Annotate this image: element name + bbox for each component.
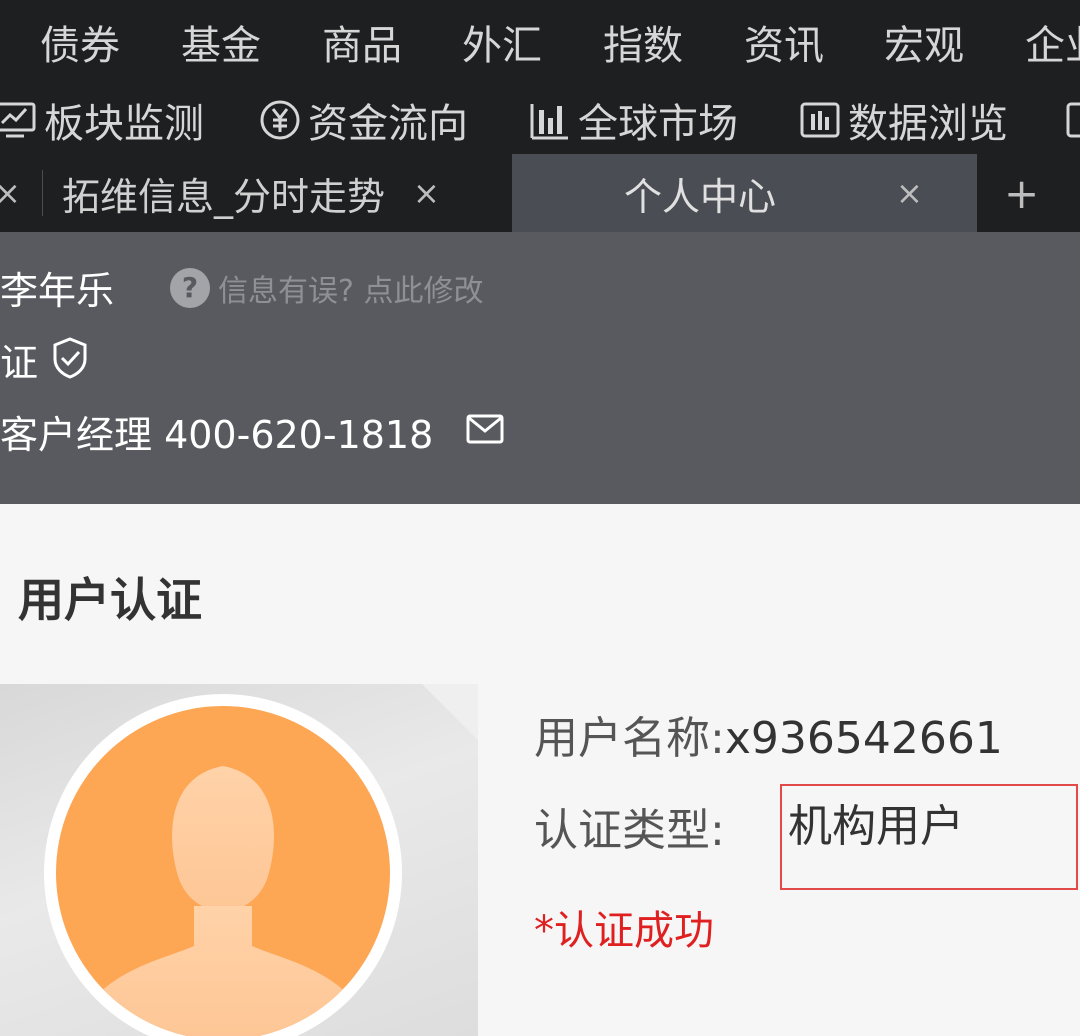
- toolbar-label: 板块监测: [44, 101, 204, 147]
- mail-icon[interactable]: [465, 413, 505, 451]
- tab-label: 个人中心: [624, 174, 777, 219]
- auth-type-label: 认证类型:: [534, 805, 725, 856]
- toolbar-next-icon: [1064, 98, 1080, 142]
- section-title: 用户认证: [18, 573, 202, 627]
- tab-previous-close[interactable]: ×: [0, 154, 24, 232]
- avatar: [44, 694, 402, 1036]
- profile-header: 李年乐 ? 信息有误? 点此修改 证 客户经理 400-620-1818: [0, 232, 1080, 504]
- username-label: 用户名称:: [534, 713, 725, 764]
- help-icon[interactable]: ?: [170, 267, 211, 308]
- toolbar-label: 全球市场: [578, 101, 738, 147]
- tab-bar: × 拓维信息_分时走势 × 个人中心 × +: [0, 154, 1080, 232]
- tab-personal-center[interactable]: 个人中心 ×: [512, 154, 977, 232]
- person-silhouette-icon: [96, 766, 350, 1036]
- auth-type-value: 机构用户: [788, 801, 964, 852]
- certified-label: 证: [0, 341, 39, 385]
- account-manager-phone: 客户经理 400-620-1818: [0, 413, 434, 457]
- function-toolbar: 板块监测 资金流向 全球市场 数据浏览: [0, 84, 1080, 154]
- user-auth-section: 用户认证 用户名称:x936542661 认证类型: 机构用户 *认证成功: [0, 504, 1080, 1036]
- tab-label: 拓维信息_分时走势: [62, 174, 386, 219]
- menu-item-bonds[interactable]: 债券: [40, 18, 120, 74]
- toolbar-item-sector-monitor[interactable]: 板块监测: [0, 92, 204, 148]
- monitor-icon: [0, 101, 38, 139]
- profile-name-row: 李年乐 ? 信息有误? 点此修改: [0, 260, 483, 315]
- menu-item-news[interactable]: 资讯: [744, 18, 824, 74]
- toolbar-label: 资金流向: [308, 101, 468, 147]
- auth-type-row: 认证类型:: [534, 794, 725, 858]
- toolbar-item-global-market[interactable]: 全球市场: [528, 92, 738, 148]
- menu-item-enterprise[interactable]: 企业: [1025, 18, 1080, 74]
- username-value: x936542661: [724, 713, 1003, 764]
- toolbar-label: 数据浏览: [848, 101, 1008, 147]
- edit-info-link[interactable]: 信息有误? 点此修改: [218, 266, 483, 310]
- close-icon[interactable]: ×: [896, 174, 923, 212]
- bar-chart-icon: [528, 98, 572, 142]
- toolbar-item-next[interactable]: [1064, 92, 1080, 148]
- toolbar-item-data-browse[interactable]: 数据浏览: [798, 92, 1008, 148]
- menu-item-macro[interactable]: 宏观: [884, 18, 964, 74]
- manager-row: 客户经理 400-620-1818: [0, 404, 505, 459]
- user-display-name: 李年乐: [0, 269, 115, 313]
- close-icon[interactable]: ×: [0, 174, 21, 212]
- menu-item-funds[interactable]: 基金: [181, 18, 261, 74]
- avatar-placeholder: [56, 706, 390, 1036]
- add-tab-button[interactable]: +: [1004, 154, 1039, 232]
- close-icon[interactable]: ×: [413, 174, 440, 212]
- plus-icon[interactable]: +: [1004, 169, 1039, 218]
- tab-divider: [42, 170, 43, 216]
- auth-status-text: *认证成功: [534, 908, 714, 954]
- menu-item-index[interactable]: 指数: [603, 18, 683, 74]
- toolbar-item-fund-flow[interactable]: 资金流向: [258, 92, 468, 148]
- shield-check-icon: [50, 335, 90, 385]
- tab-stock-intraday[interactable]: 拓维信息_分时走势 ×: [62, 154, 512, 232]
- data-browse-icon: [798, 98, 842, 142]
- page-curl-decoration: [422, 684, 478, 740]
- menu-item-commodities[interactable]: 商品: [322, 18, 402, 74]
- main-menu-bar: 债券 基金 商品 外汇 指数 资讯 宏观 企业: [0, 0, 1080, 84]
- menu-item-forex[interactable]: 外汇: [462, 18, 542, 74]
- avatar-card: [0, 684, 478, 1036]
- certification-row: 证: [0, 332, 90, 387]
- username-row: 用户名称:x936542661: [534, 702, 1003, 766]
- yen-coin-icon: [258, 98, 302, 142]
- auth-type-field: 机构用户: [780, 784, 1078, 890]
